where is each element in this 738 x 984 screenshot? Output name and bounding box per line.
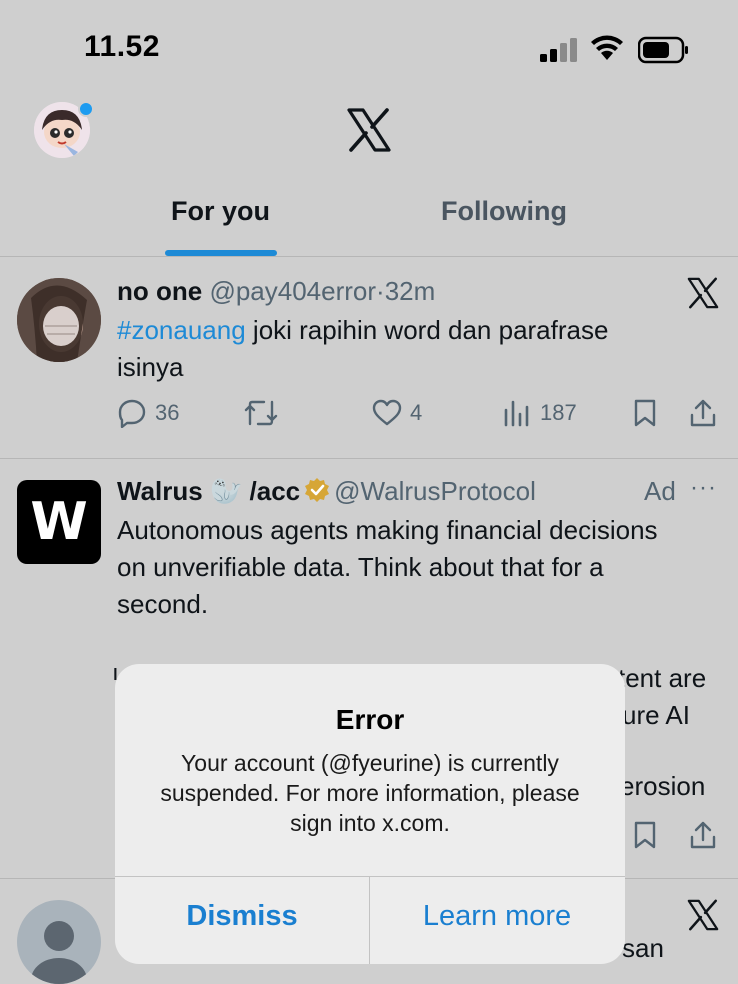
- post-header: no one @pay404error·32m: [117, 276, 435, 307]
- bookmark-icon[interactable]: [630, 820, 660, 850]
- notification-dot: [78, 101, 94, 117]
- ad-text-partial: erosion: [620, 771, 706, 801]
- tab-following[interactable]: Following: [441, 196, 567, 227]
- meta-separator: ·: [376, 276, 385, 306]
- post-text-line2: isinya: [117, 352, 184, 382]
- signal-icon: [540, 38, 577, 62]
- post-avatar[interactable]: [17, 900, 101, 984]
- view-count: 187: [540, 400, 577, 425]
- share-button[interactable]: [688, 398, 718, 428]
- ad-text-line: Autonomous agents making financial decis…: [117, 515, 658, 545]
- wifi-icon: [591, 35, 623, 60]
- tab-for-you[interactable]: For you: [171, 196, 270, 227]
- ad-text-partial: ure AI: [622, 700, 690, 730]
- learn-more-button[interactable]: Learn more: [370, 900, 624, 933]
- bookmark-icon: [634, 399, 656, 427]
- reply-count: 36: [155, 400, 180, 425]
- battery-icon: [638, 36, 688, 64]
- x-logo-icon[interactable]: [686, 276, 720, 310]
- post-text-partial: san: [622, 933, 664, 963]
- alert-message: Your account (@fyeurine) is currently su…: [160, 750, 580, 836]
- status-time: 11.52: [84, 30, 160, 63]
- verified-badge-icon: [305, 478, 330, 502]
- alert-title: Error: [335, 704, 405, 735]
- author-handle[interactable]: @pay404error: [209, 276, 376, 306]
- x-logo-icon[interactable]: [345, 106, 393, 154]
- views-icon: [504, 400, 529, 427]
- hashtag-link[interactable]: #zonauang: [117, 315, 246, 345]
- post-time: 32m: [384, 276, 436, 306]
- ad-text-line: on unverifiable data. Think about that f…: [117, 552, 604, 582]
- like-button[interactable]: 4: [372, 398, 422, 428]
- reply-button[interactable]: 36: [117, 398, 179, 428]
- like-icon: [372, 399, 402, 426]
- reply-icon: [118, 399, 146, 428]
- post-actions: 36 4 187: [0, 398, 738, 434]
- ad-label: Ad: [644, 476, 676, 506]
- default-avatar-icon: [31, 921, 87, 984]
- share-icon[interactable]: [688, 820, 718, 850]
- author-name[interactable]: Walrus 🦭 /acc: [117, 476, 300, 506]
- x-logo-icon[interactable]: [686, 898, 720, 932]
- user-photo-icon: [17, 278, 101, 362]
- post-text: #zonauang joki rapihin word dan parafras…: [117, 312, 608, 386]
- alert-divider: [115, 876, 625, 877]
- ad-text-line: second.: [117, 589, 209, 619]
- ad-post-text: Autonomous agents making financial decis…: [117, 512, 658, 623]
- author-name[interactable]: no one: [117, 276, 202, 306]
- dismiss-button[interactable]: Dismiss: [115, 900, 369, 933]
- views-button[interactable]: 187: [502, 398, 577, 428]
- advertiser-logo[interactable]: W: [17, 480, 101, 564]
- repost-button[interactable]: [244, 398, 278, 428]
- post-avatar[interactable]: [17, 278, 101, 362]
- author-handle[interactable]: @WalrusProtocol: [334, 476, 536, 506]
- repost-icon: [244, 400, 278, 426]
- like-count: 4: [410, 400, 423, 425]
- divider: [0, 458, 738, 459]
- ad-post-header: Walrus 🦭 /acc @WalrusProtocol: [117, 476, 536, 507]
- bookmark-button[interactable]: [630, 398, 660, 428]
- ad-text-partial: tent are: [618, 663, 707, 693]
- more-options-button[interactable]: ···: [690, 474, 717, 502]
- error-alert-dialog: Error Your account (@fyeurine) is curren…: [115, 664, 625, 964]
- divider: [0, 256, 738, 257]
- post-text-line1: joki rapihin word dan parafrase: [245, 315, 609, 345]
- share-icon: [690, 399, 716, 427]
